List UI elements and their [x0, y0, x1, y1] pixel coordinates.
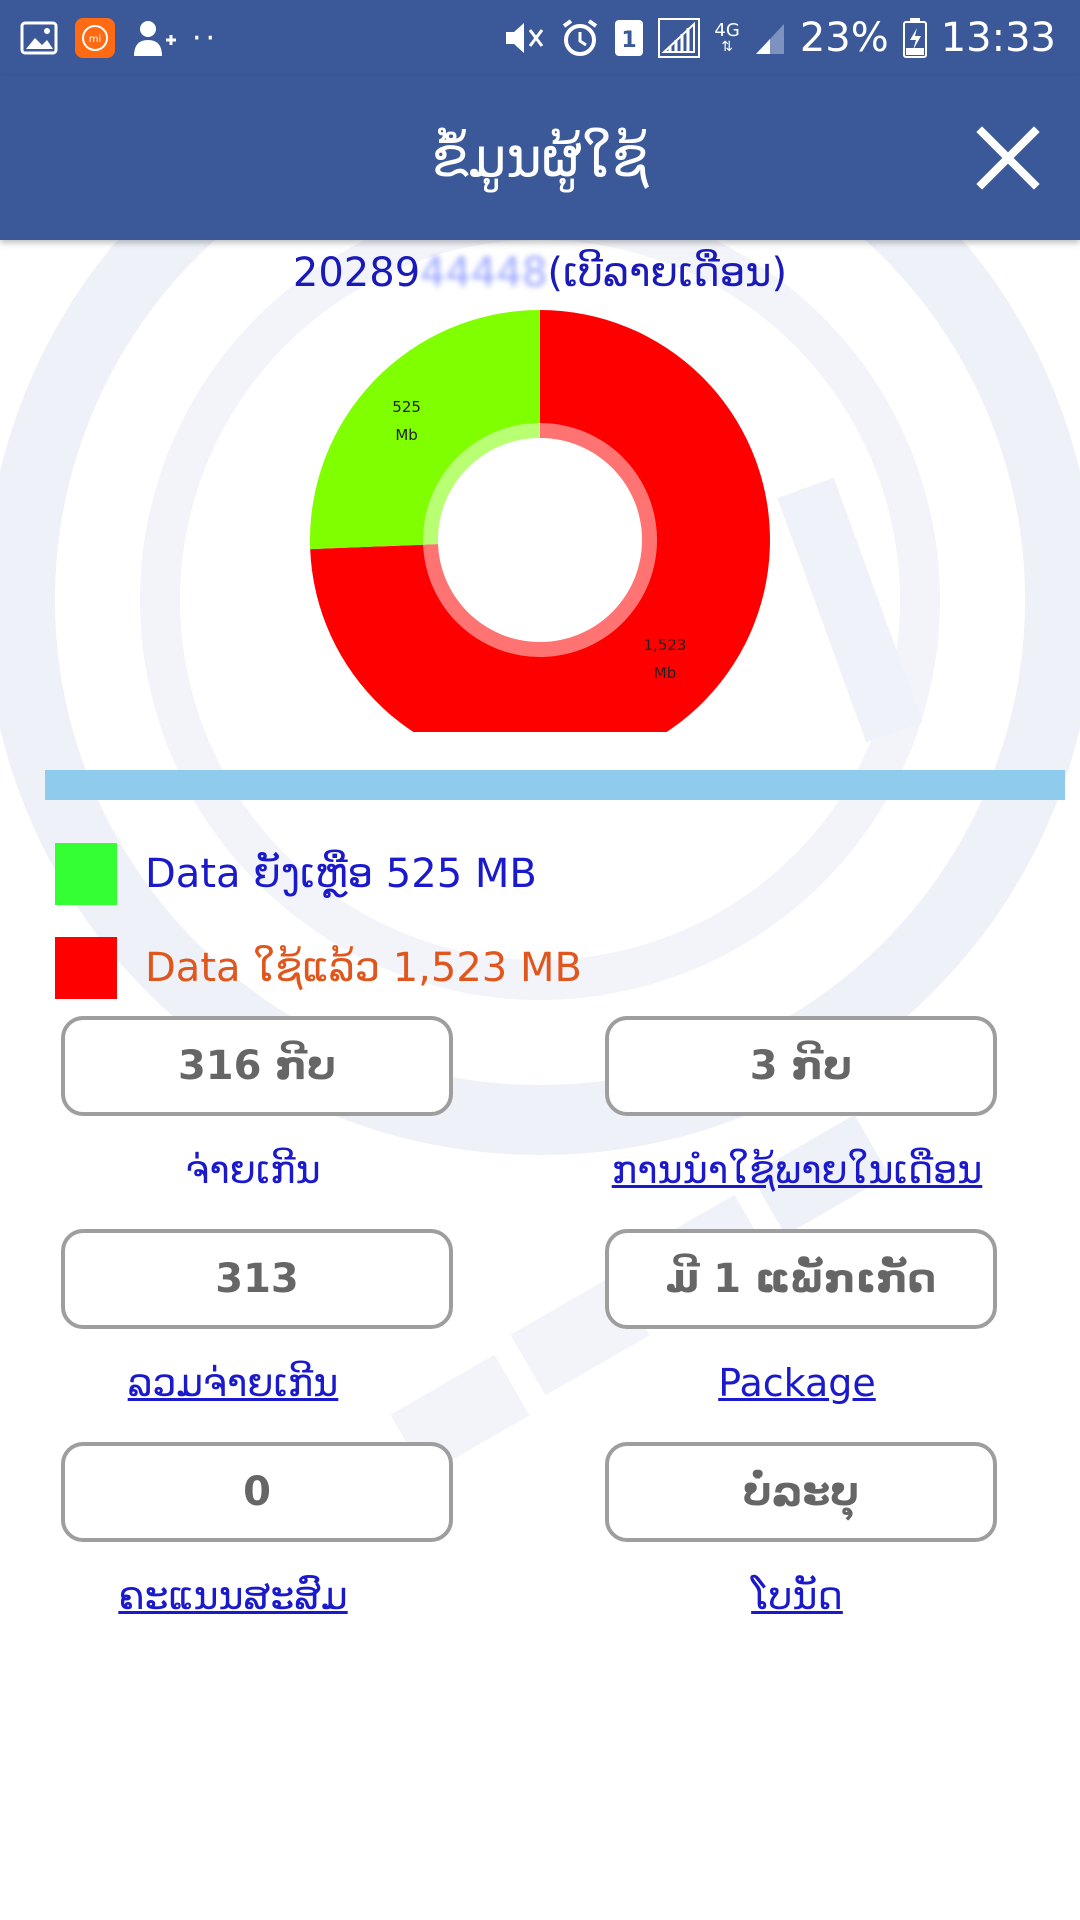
account-number: 2028944448(ເບີລາຍເດືອນ) [0, 250, 1080, 296]
package-link[interactable]: Package [601, 1361, 993, 1405]
page-title: ຂໍ້ມູນຜູ້ໃຊ້ [431, 126, 649, 189]
app-header: ຂໍ້ມູນຜູ້ໃຊ້ [0, 76, 1080, 240]
total-overpay-link[interactable]: ລວມຈ່າຍເກີນ [37, 1361, 429, 1405]
slice-label-remaining-unit: Mb [395, 426, 417, 444]
network-4g-icon: 4G ⇅ [714, 20, 740, 55]
legend-swatch-used [55, 937, 117, 999]
gallery-icon [20, 21, 58, 55]
battery-percent: 23% [799, 15, 889, 61]
overpay-box: 316 ກີບ [61, 1016, 453, 1116]
divider-bar [45, 770, 1065, 800]
legend-remaining: Data ຍັງເຫຼືອ 525 MB [55, 842, 537, 906]
slice-label-used-value: 1,523 [644, 636, 687, 654]
close-button[interactable] [970, 120, 1046, 196]
clock: 13:33 [940, 15, 1056, 61]
status-bar-system: 1 4G ⇅ 23% 13:33 [502, 12, 1056, 64]
battery-icon [902, 18, 927, 58]
account-number-masked: 44448 [420, 250, 548, 296]
sim-1-icon: 1 [614, 19, 644, 57]
monthly-usage-link[interactable]: ການນຳໃຊ້ພາຍໃນເດືອນ [601, 1148, 993, 1192]
legend-label-remaining: Data ຍັງເຫຼືອ 525 MB [145, 851, 537, 897]
mute-vibrate-icon [502, 18, 546, 58]
points-box: 0 [61, 1442, 453, 1542]
more-dots-icon: ·· [192, 20, 220, 56]
main-content: 2028944448(ເບີລາຍເດືອນ) 1,523 Mb 525 Mb Dat… [0, 240, 1080, 1920]
bonus-box: ບໍ່ລະບຸ [605, 1442, 997, 1542]
total-overpay-box: 313 [61, 1229, 453, 1329]
points-link[interactable]: ຄະແນນສະສົມ [37, 1574, 429, 1618]
data-usage-donut-chart: 1,523 Mb 525 Mb [310, 310, 770, 732]
signal-2-icon [754, 20, 786, 56]
slice-label-remaining-value: 525 [392, 398, 421, 416]
monthly-usage-box: 3 ກີບ [605, 1016, 997, 1116]
alarm-icon [560, 18, 600, 58]
legend-used: Data ໃຊ້ແລ້ວ 1,523 MB [55, 936, 582, 1000]
donut-hole [438, 438, 642, 642]
status-bar-notifications: mi ·· [20, 12, 219, 64]
slice-label-used-unit: Mb [654, 664, 676, 682]
svg-text:1: 1 [622, 28, 637, 53]
package-box: ມີ 1 ແພັກເກັດ [605, 1229, 997, 1329]
status-bar: mi ·· 1 4G ⇅ 23% 13:33 [0, 0, 1080, 76]
account-plan: (ເບີລາຍເດືອນ) [547, 250, 788, 296]
signal-icon [658, 18, 701, 58]
add-contact-icon [132, 18, 176, 58]
bonus-link[interactable]: ໂບນັດ [601, 1574, 993, 1618]
overpay-label: ຈ່າຍເກີນ [185, 1148, 321, 1192]
legend-swatch-remaining [55, 843, 117, 905]
account-number-prefix: 20289 [292, 250, 421, 296]
legend-label-used: Data ໃຊ້ແລ້ວ 1,523 MB [145, 945, 582, 991]
mi-icon: mi [74, 17, 116, 59]
close-icon [976, 126, 1040, 190]
svg-text:mi: mi [89, 34, 102, 45]
